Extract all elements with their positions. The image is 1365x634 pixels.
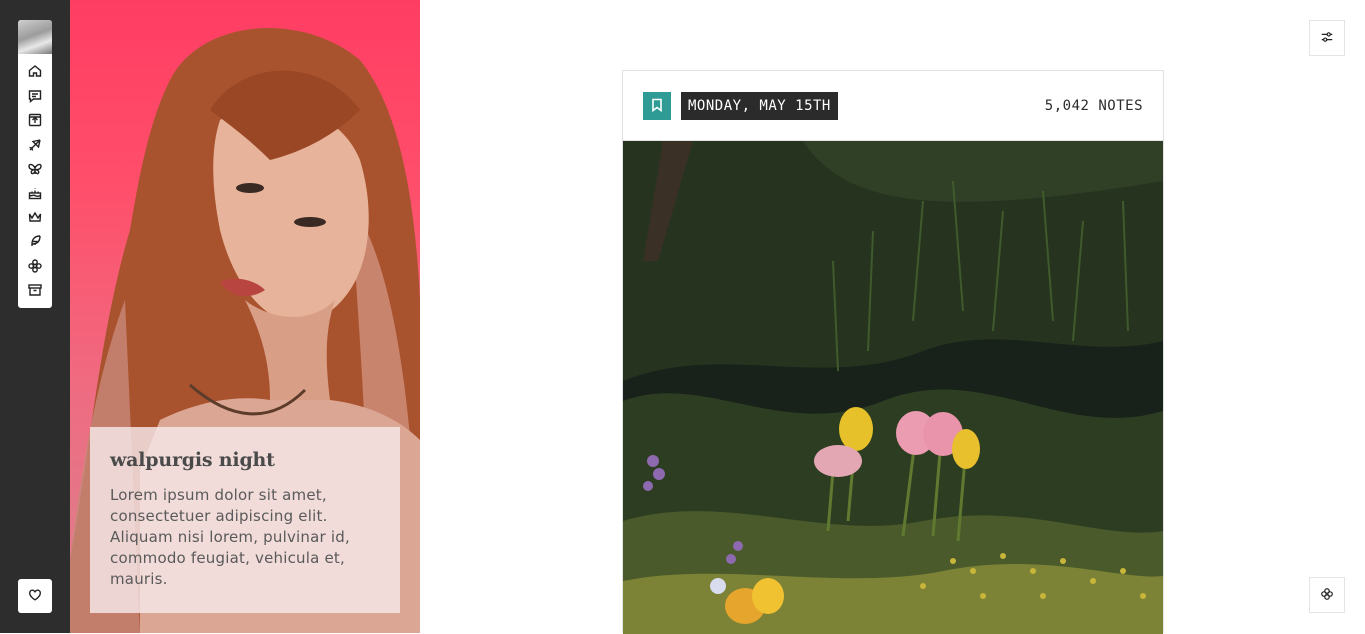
blog-description: Lorem ipsum dolor sit amet, consectetuer… — [110, 486, 350, 588]
crown-icon[interactable] — [27, 209, 43, 225]
profile-portrait: walpurgis night Lorem ipsum dolor sit am… — [70, 0, 420, 633]
garden-tulips-photo — [623, 141, 1163, 634]
clover-icon — [1320, 586, 1334, 605]
flower-icon[interactable] — [27, 258, 43, 274]
blog-title: walpurgis night — [110, 449, 275, 471]
post-header: MONDAY, MAY 15TH 5,042 NOTES — [623, 71, 1163, 141]
cake-icon[interactable] — [27, 185, 43, 201]
sliders-icon — [1320, 29, 1334, 48]
bookmark-icon — [651, 97, 663, 116]
post-notes-count[interactable]: 5,042 NOTES — [1045, 92, 1143, 120]
permalink-button[interactable] — [643, 92, 671, 120]
butterfly-icon[interactable] — [27, 161, 43, 177]
settings-button[interactable] — [1309, 20, 1345, 56]
upload-icon[interactable] — [27, 112, 43, 128]
feather-icon[interactable] — [27, 233, 43, 249]
like-button[interactable] — [18, 579, 52, 613]
avatar[interactable] — [18, 20, 52, 54]
nav-iconbar — [18, 20, 52, 308]
heart-icon — [28, 587, 42, 606]
airplane-icon[interactable] — [27, 137, 43, 153]
archive-icon[interactable] — [27, 282, 43, 298]
left-sidebar — [0, 0, 70, 633]
post-card: MONDAY, MAY 15TH 5,042 NOTES — [622, 70, 1164, 634]
home-icon[interactable] — [27, 63, 43, 79]
profile-info-card: walpurgis night Lorem ipsum dolor sit am… — [90, 427, 400, 613]
message-icon[interactable] — [27, 88, 43, 104]
post-photo[interactable] — [623, 141, 1163, 634]
customize-button[interactable] — [1309, 577, 1345, 613]
post-date[interactable]: MONDAY, MAY 15TH — [681, 92, 838, 120]
